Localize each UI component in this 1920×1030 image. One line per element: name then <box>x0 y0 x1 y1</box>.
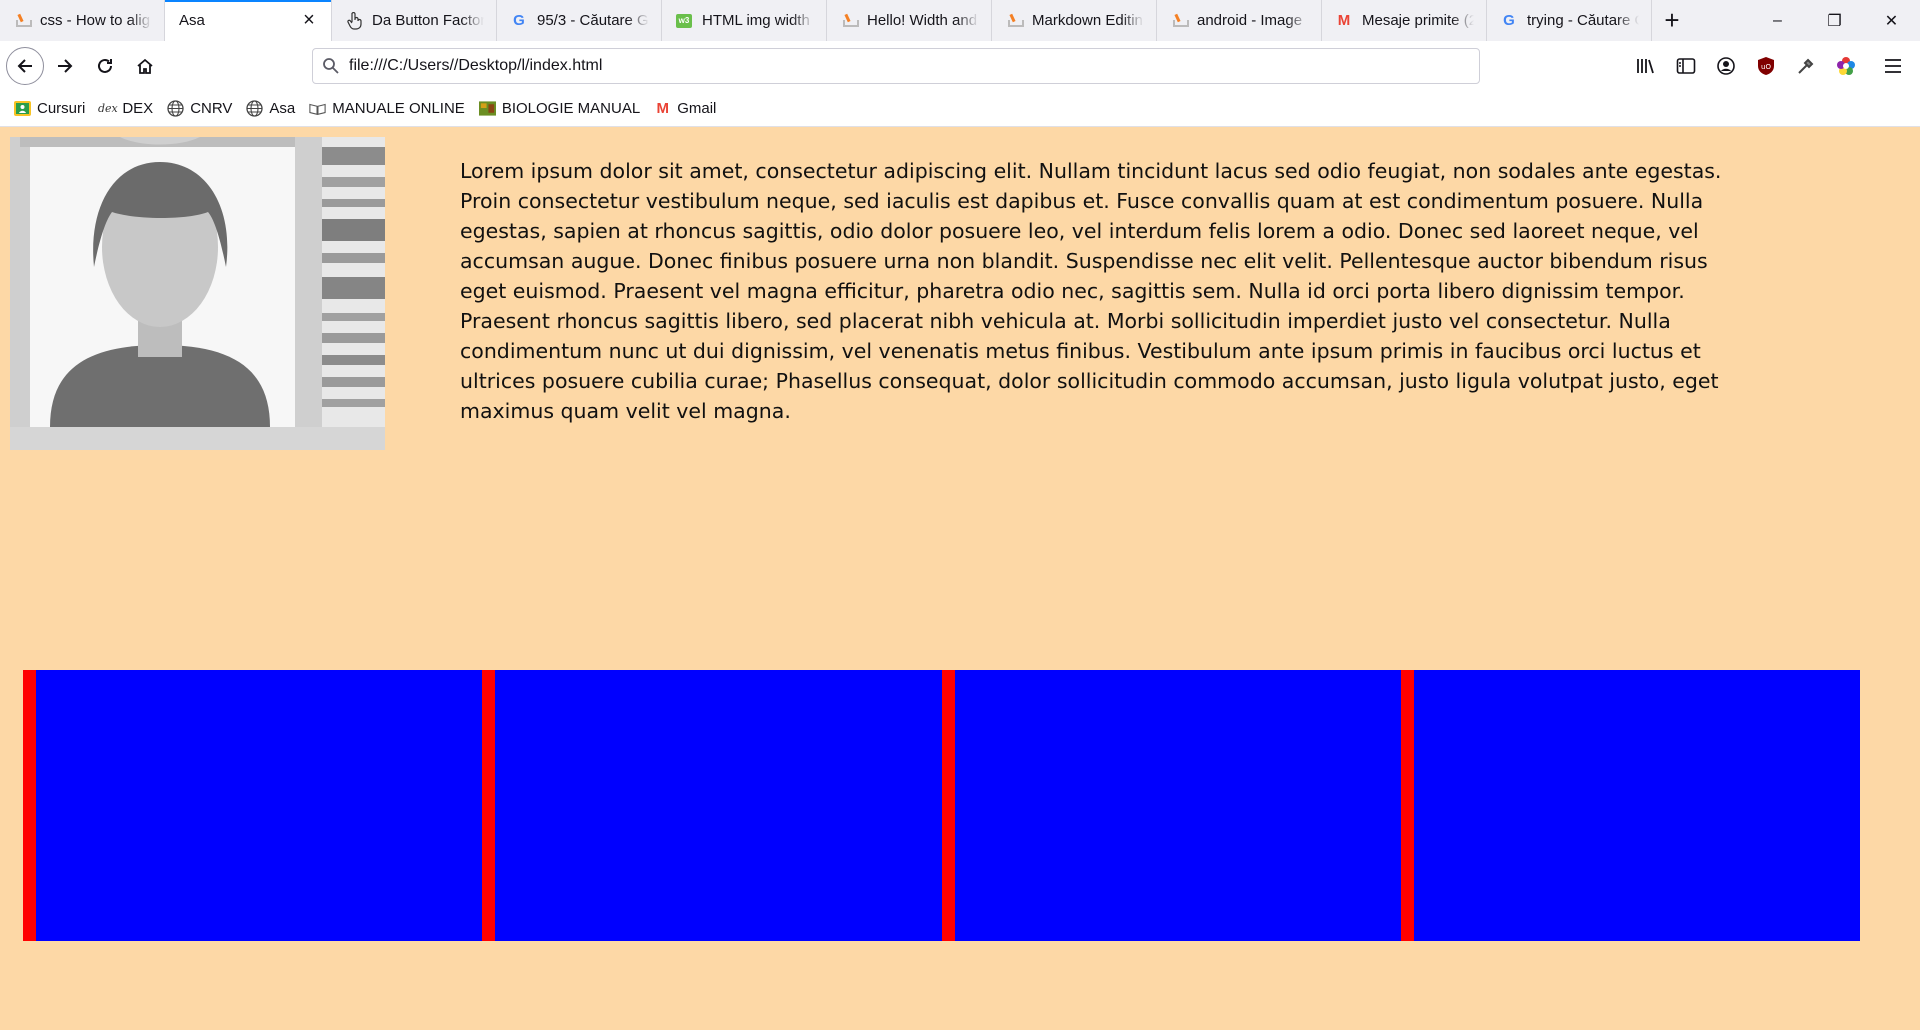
tab-title: android - Image <box>1197 12 1303 29</box>
tab-title: Hello! Width and <box>867 12 978 29</box>
tab-title: Markdown Editin <box>1032 12 1143 29</box>
minimize-button[interactable]: – <box>1749 0 1806 41</box>
bookmark-gmail[interactable]: M Gmail <box>654 100 716 117</box>
stackoverflow-icon <box>14 13 32 29</box>
blue-box <box>941 670 1401 941</box>
tab-strip: css - How to alig Asa × Da Button Factor… <box>0 0 1920 41</box>
tab-css-how-to-align[interactable]: css - How to alig <box>0 0 165 41</box>
search-icon <box>313 57 349 75</box>
tab-html-img-width[interactable]: w3 HTML img width <box>662 0 827 41</box>
arrow-right-icon <box>58 59 73 73</box>
bookmark-asa[interactable]: Asa <box>246 100 295 117</box>
tab-title: 95/3 - Căutare G <box>537 12 649 29</box>
library-button[interactable] <box>1626 46 1666 86</box>
navigation-toolbar: uO <box>0 41 1920 91</box>
tab-gmail-inbox[interactable]: M Mesaje primite (2 <box>1322 0 1487 41</box>
library-icon <box>1637 59 1654 74</box>
home-icon <box>137 58 153 74</box>
book-icon <box>309 100 326 117</box>
toolbar-actions: uO <box>1626 41 1920 91</box>
color-picker-extension-button[interactable] <box>1826 46 1866 86</box>
bookmark-label: Cursuri <box>37 100 86 117</box>
lorem-ipsum-paragraph: Lorem ipsum dolor sit amet, consectetur … <box>460 159 1722 423</box>
blue-box <box>1400 670 1860 941</box>
image-icon <box>478 100 496 117</box>
tab-title: Mesaje primite (2 <box>1362 12 1474 29</box>
reload-icon <box>98 58 112 73</box>
window-controls: – ❐ ✕ <box>1749 0 1920 41</box>
home-button[interactable] <box>126 47 164 85</box>
bookmark-label: BIOLOGIE MANUAL <box>501 100 641 117</box>
tab-title: Asa <box>179 12 205 29</box>
blue-box <box>23 670 483 941</box>
bookmark-label: Gmail <box>677 100 717 117</box>
tab-title: trying - Căutare G <box>1527 12 1639 29</box>
blue-boxes-row <box>23 670 1860 941</box>
sidebar-button[interactable] <box>1666 46 1706 86</box>
menu-button[interactable] <box>1866 46 1920 86</box>
bookmark-label: Asa <box>269 100 296 117</box>
sidebar-icon <box>1676 58 1696 74</box>
tab-asa[interactable]: Asa × <box>165 0 332 41</box>
bookmark-manuale-online[interactable]: MANUALE ONLINE <box>309 100 465 117</box>
forward-button[interactable] <box>46 47 84 85</box>
globe-icon <box>167 100 184 117</box>
eyedropper-icon <box>1798 58 1814 74</box>
bookmark-dex[interactable]: dex DEX <box>97 100 154 117</box>
restore-button[interactable]: ❐ <box>1806 0 1863 41</box>
account-icon <box>1717 57 1735 75</box>
classroom-icon <box>14 100 31 117</box>
arrow-left-icon <box>17 59 32 73</box>
google-icon: G <box>513 12 525 29</box>
back-button[interactable] <box>6 47 44 85</box>
bookmark-biologie-manual[interactable]: BIOLOGIE MANUAL <box>478 100 641 117</box>
tab-hello-width[interactable]: Hello! Width and <box>827 0 992 41</box>
stackoverflow-icon <box>1171 13 1189 29</box>
hamburger-menu-icon <box>1885 59 1901 73</box>
new-tab-button[interactable]: + <box>1652 0 1692 41</box>
stackoverflow-icon <box>841 13 859 29</box>
close-tab-icon[interactable]: × <box>299 9 319 31</box>
bookmarks-toolbar: Cursuri dex DEX CNRV Asa MANUALE ONLINE … <box>0 91 1920 127</box>
stackoverflow-icon <box>1006 13 1024 29</box>
tab-android-image[interactable]: android - Image <box>1157 0 1322 41</box>
w3schools-icon: w3 <box>676 13 692 29</box>
tab-title: css - How to alig <box>40 12 151 29</box>
account-button[interactable] <box>1706 46 1746 86</box>
ublock-origin-button[interactable]: uO <box>1746 46 1786 86</box>
bookmark-label: MANUALE ONLINE <box>332 100 465 117</box>
dex-icon: dex <box>97 102 118 115</box>
tab-da-button-factory[interactable]: Da Button Factor <box>332 0 497 41</box>
globe-icon <box>246 100 264 117</box>
eyedropper-button[interactable] <box>1786 46 1826 86</box>
tab-markdown-editing[interactable]: Markdown Editin <box>992 0 1157 41</box>
tab-google-search-trying[interactable]: G trying - Căutare G <box>1487 0 1652 41</box>
reload-button[interactable] <box>86 47 124 85</box>
hand-pointer-icon <box>346 11 362 30</box>
address-bar[interactable] <box>312 48 1480 84</box>
blue-box <box>482 670 942 941</box>
tab-title: Da Button Factor <box>372 12 484 29</box>
bookmark-cnrv[interactable]: CNRV <box>167 100 232 117</box>
gmail-icon: M <box>656 100 669 117</box>
svg-text:uO: uO <box>1761 63 1771 71</box>
close-window-button[interactable]: ✕ <box>1863 0 1920 41</box>
gmail-icon: M <box>1337 12 1351 29</box>
google-icon: G <box>1503 12 1515 29</box>
bookmark-cursuri[interactable]: Cursuri <box>14 100 85 117</box>
tab-google-search-95-3[interactable]: G 95/3 - Căutare G <box>497 0 662 41</box>
avatar-placeholder-image <box>10 137 385 450</box>
bookmark-label: DEX <box>122 100 154 117</box>
web-page-content: Lorem ipsum dolor sit amet, consectetur … <box>0 128 1920 1030</box>
ublock-icon: uO <box>1758 57 1774 75</box>
url-input[interactable] <box>349 57 1479 75</box>
bookmark-label: CNRV <box>190 100 233 117</box>
color-wheel-icon <box>1837 57 1855 75</box>
tab-title: HTML img width <box>702 12 810 29</box>
